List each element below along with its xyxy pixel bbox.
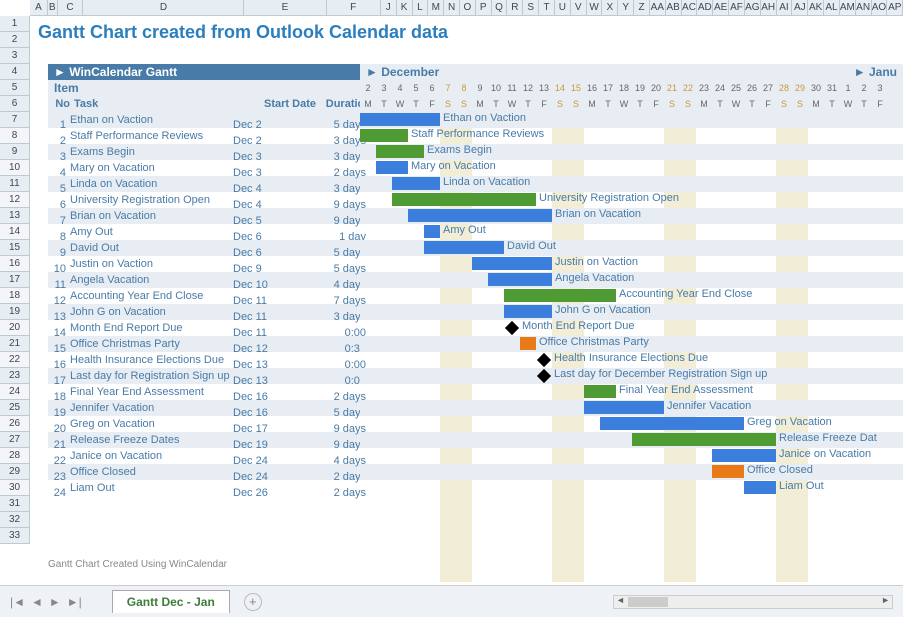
gantt-bar[interactable] [360, 113, 440, 126]
gantt-bar[interactable] [504, 305, 552, 318]
table-row[interactable]: 11Angela VacationDec 104 days [48, 272, 378, 288]
gantt-bar[interactable] [488, 273, 552, 286]
table-row[interactable]: 16Health Insurance Elections DueDec 130:… [48, 352, 378, 368]
gantt-bar[interactable] [392, 177, 440, 190]
gantt-bar[interactable] [712, 465, 744, 478]
gantt-bar[interactable] [392, 193, 536, 206]
gantt-bar[interactable] [424, 225, 440, 238]
table-row[interactable]: 9David OutDec 65 days [48, 240, 378, 256]
table-row[interactable]: 21Release Freeze DatesDec 199 days [48, 432, 378, 448]
gantt-bar[interactable] [584, 401, 664, 414]
day-number-header: 2345678910111213141516171819202122232425… [360, 80, 903, 96]
table-row[interactable]: 24Liam OutDec 262 days [48, 480, 378, 496]
spreadsheet-row-headers[interactable]: 1234567891011121314151617181920212223242… [0, 16, 30, 544]
table-row[interactable]: 17Last day for Registration Sign upDec 1… [48, 368, 378, 384]
tab-next-icon: ► [49, 595, 61, 609]
gantt-bar[interactable] [424, 241, 504, 254]
milestone-icon [505, 321, 519, 335]
gantt-bar[interactable] [472, 257, 552, 270]
day-of-week-header: MTWTFSSMTWTFSSMTWTFSSMTWTFSSMTWTF [360, 96, 903, 112]
month-header: ► December ► Janu [360, 64, 903, 80]
gantt-bar[interactable] [376, 145, 424, 158]
worksheet-area: Gantt Chart created from Outlook Calenda… [30, 16, 903, 582]
milestone-icon [537, 353, 551, 367]
gantt-bar[interactable] [712, 449, 776, 462]
gantt-bar[interactable] [600, 417, 744, 430]
gantt-bar[interactable] [504, 289, 616, 302]
gantt-bar[interactable] [376, 161, 408, 174]
milestone-icon [537, 369, 551, 383]
table-row[interactable]: 2Staff Performance ReviewsDec 23 days [48, 128, 378, 144]
table-row[interactable]: 18Final Year End AssessmentDec 162 days [48, 384, 378, 400]
table-row[interactable]: 1Ethan on VactionDec 25 days [48, 112, 378, 128]
page-title: Gantt Chart created from Outlook Calenda… [30, 16, 903, 53]
table-row[interactable]: 20Greg on VacationDec 179 days [48, 416, 378, 432]
gantt-bar[interactable] [360, 129, 408, 142]
table-row[interactable]: 10Justin on VactionDec 95 days [48, 256, 378, 272]
footer-caption: Gantt Chart Created Using WinCalendar [48, 559, 227, 570]
horizontal-scrollbar[interactable] [613, 595, 893, 609]
task-list-panel: ► WinCalendar Gantt Item No Task Start D… [48, 64, 378, 112]
gantt-bar[interactable] [744, 481, 776, 494]
table-row[interactable]: 8Amy OutDec 61 day [48, 224, 378, 240]
item-label: Item [48, 80, 378, 96]
sheet-tab-active[interactable]: Gantt Dec - Jan [112, 590, 230, 613]
gantt-bar[interactable] [632, 433, 776, 446]
table-row[interactable]: 22Janice on VacationDec 244 days [48, 448, 378, 464]
table-row[interactable]: 19Jennifer VacationDec 165 days [48, 400, 378, 416]
table-row[interactable]: 23Office ClosedDec 242 days [48, 464, 378, 480]
tab-prev-icon: ◄ [31, 595, 43, 609]
task-list: 1Ethan on VactionDec 25 days2Staff Perfo… [48, 112, 378, 496]
gantt-chart: ► December ► Janu 2345678910111213141516… [360, 64, 903, 582]
table-row[interactable]: 5Linda on VacationDec 43 days [48, 176, 378, 192]
table-row[interactable]: 6University Registration OpenDec 49 days [48, 192, 378, 208]
table-row[interactable]: 12Accounting Year End CloseDec 117 days [48, 288, 378, 304]
gantt-bar[interactable] [584, 385, 616, 398]
table-row[interactable]: 15Office Christmas PartyDec 120:30 [48, 336, 378, 352]
spreadsheet-column-headers[interactable]: A B C D E F JKLMNOPQRSTUVWXYZAAABACADAEA… [30, 0, 903, 16]
gantt-bar[interactable] [520, 337, 536, 350]
sheet-tab-bar: |◄ ◄ ► ►| Gantt Dec - Jan + [0, 585, 903, 617]
gantt-bar[interactable] [408, 209, 552, 222]
new-sheet-button[interactable]: + [244, 593, 262, 611]
tab-first-icon: |◄ [10, 595, 25, 609]
tab-last-icon: ►| [67, 595, 82, 609]
gantt-title: ► WinCalendar Gantt [48, 64, 378, 80]
table-row[interactable]: 14Month End Report DueDec 110:00 [48, 320, 378, 336]
table-row[interactable]: 7Brian on VacationDec 59 days [48, 208, 378, 224]
list-column-headers: No Task Start Date Duration [48, 96, 378, 112]
tab-nav-arrows[interactable]: |◄ ◄ ► ►| [0, 595, 92, 609]
table-row[interactable]: 13John G on VacationDec 113 days [48, 304, 378, 320]
table-row[interactable]: 4Mary on VacationDec 32 days [48, 160, 378, 176]
table-row[interactable]: 3Exams BeginDec 33 days [48, 144, 378, 160]
